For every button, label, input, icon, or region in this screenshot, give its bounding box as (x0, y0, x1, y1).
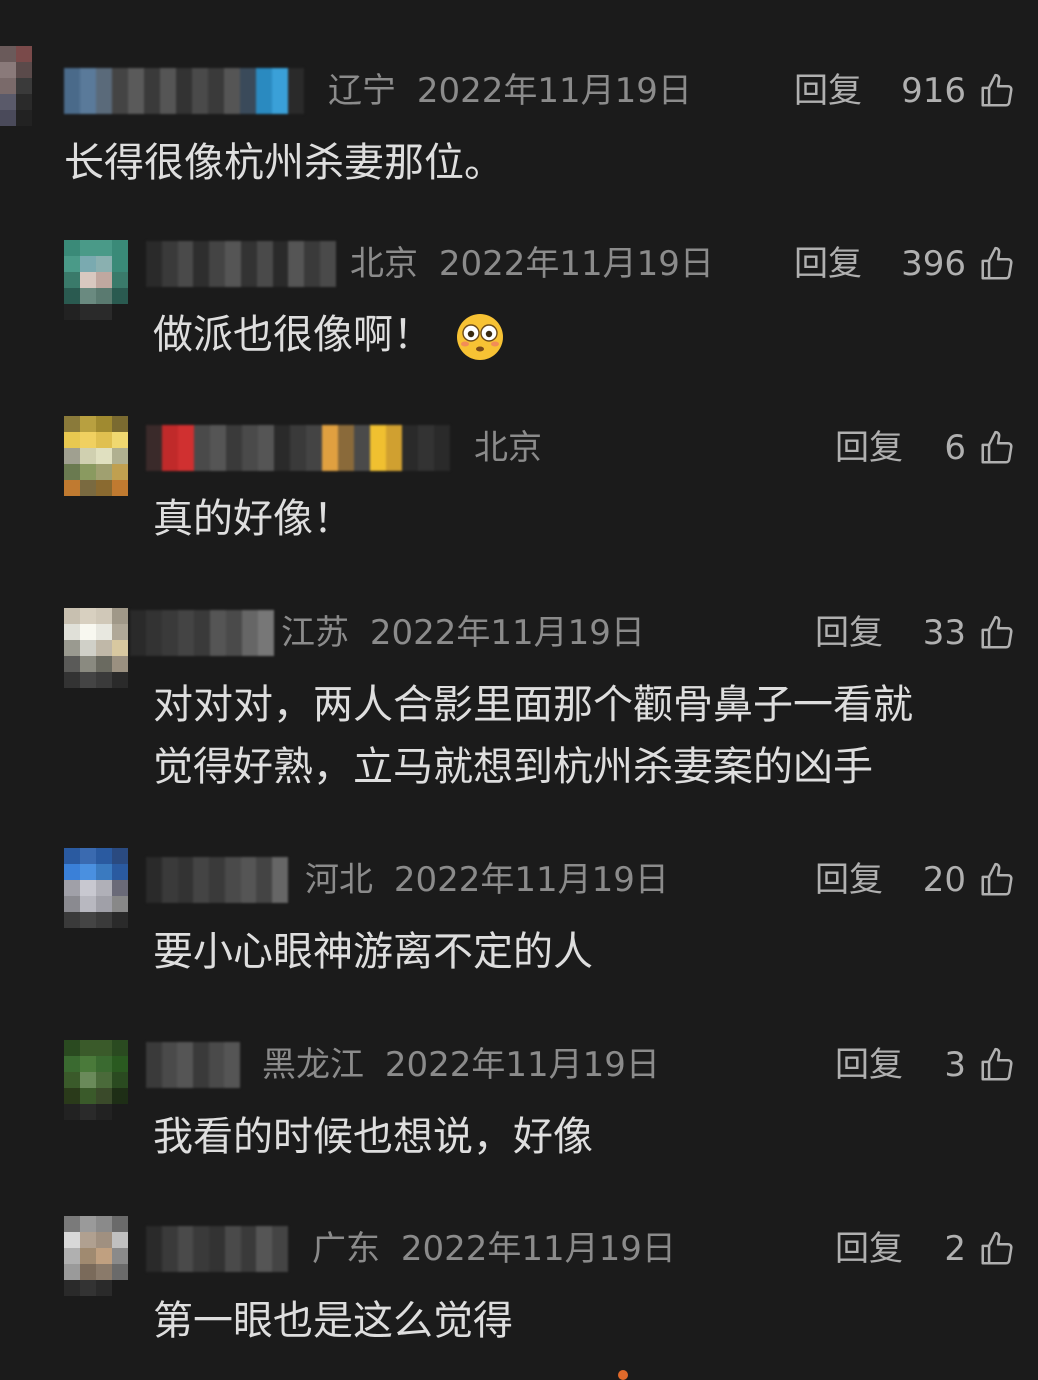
like-count: 33 (922, 613, 966, 653)
avatar[interactable] (64, 848, 128, 928)
reply-button[interactable]: 回复 (815, 610, 883, 656)
like-button[interactable]: 20 (923, 857, 1016, 903)
like-button[interactable]: 2 (944, 1226, 1016, 1272)
like-button[interactable]: 396 (901, 241, 1016, 287)
comment-text: 长得很像杭州杀妻那位。 (64, 140, 504, 186)
like-count: 20 (922, 860, 966, 900)
thumbs-up-icon (981, 1231, 1013, 1265)
comment-text-line-2: 觉得好熟，立马就想到杭州杀妻案的凶手 (153, 744, 873, 790)
thumbs-up-icon (981, 615, 1013, 649)
comment-meta: 广东 2022年11月19日 (312, 1226, 676, 1272)
like-count: 916 (901, 71, 966, 111)
avatar[interactable] (64, 416, 128, 496)
location: 北京 (350, 244, 418, 284)
comment-meta: 辽宁 2022年11月19日 (328, 68, 692, 114)
location: 江苏 (281, 613, 349, 653)
location: 北京 (474, 428, 542, 468)
thumbs-up-icon (981, 73, 1013, 107)
like-button[interactable]: 33 (923, 610, 1016, 656)
comment-text: 做派也很像啊！ (153, 304, 505, 366)
flushed-face-emoji (457, 314, 503, 360)
username-blurred[interactable] (146, 241, 336, 287)
comment-meta: 黑龙江 2022年11月19日 (262, 1042, 660, 1088)
comment-meta: 北京 (474, 425, 542, 471)
location: 广东 (312, 1229, 380, 1269)
thumbs-up-icon (981, 430, 1013, 464)
username-blurred[interactable] (146, 425, 450, 471)
reply-button[interactable]: 回复 (835, 425, 903, 471)
username-blurred[interactable] (146, 1042, 240, 1088)
location: 黑龙江 (262, 1045, 364, 1085)
reply-button[interactable]: 回复 (794, 68, 862, 114)
location: 河北 (305, 860, 373, 900)
comment-text: 真的好像！ (153, 496, 353, 542)
reply-button[interactable]: 回复 (794, 241, 862, 287)
avatar[interactable] (64, 1040, 128, 1120)
reply-button[interactable]: 回复 (835, 1226, 903, 1272)
date: 2022年11月19日 (384, 1045, 660, 1085)
like-button[interactable]: 916 (901, 68, 1016, 114)
like-count: 2 (944, 1229, 966, 1269)
thumbs-up-icon (981, 246, 1013, 280)
date: 2022年11月19日 (438, 244, 714, 284)
date: 2022年11月19日 (400, 1229, 676, 1269)
like-count: 6 (944, 428, 966, 468)
comment-text: 要小心眼神游离不定的人 (153, 929, 593, 975)
like-count: 396 (901, 244, 966, 284)
like-button[interactable]: 3 (944, 1042, 1016, 1088)
avatar[interactable] (64, 240, 128, 320)
like-button[interactable]: 6 (944, 425, 1016, 471)
scroll-indicator-dot (618, 1370, 628, 1380)
comment-meta: 北京 2022年11月19日 (350, 241, 714, 287)
reply-button[interactable]: 回复 (815, 857, 883, 903)
like-count: 3 (944, 1045, 966, 1085)
comment-text: 我看的时候也想说，好像 (153, 1114, 593, 1160)
avatar[interactable] (0, 46, 32, 126)
thumbs-up-icon (981, 1047, 1013, 1081)
username-blurred[interactable] (146, 1226, 288, 1272)
comment-meta: 河北 2022年11月19日 (305, 857, 669, 903)
comment-meta: 江苏 2022年11月19日 (281, 610, 645, 656)
avatar[interactable] (64, 1216, 128, 1296)
comment-text-content: 做派也很像啊！ (153, 312, 433, 358)
reply-button[interactable]: 回复 (835, 1042, 903, 1088)
date: 2022年11月19日 (393, 860, 669, 900)
comment-text: 第一眼也是这么觉得 (153, 1298, 513, 1344)
comment-text-line-1: 对对对，两人合影里面那个颧骨鼻子一看就 (153, 682, 913, 728)
location: 辽宁 (328, 71, 396, 111)
thumbs-up-icon (981, 862, 1013, 896)
date: 2022年11月19日 (369, 613, 645, 653)
avatar[interactable] (64, 608, 128, 688)
username-blurred[interactable] (130, 610, 275, 656)
username-blurred[interactable] (146, 857, 288, 903)
date: 2022年11月19日 (416, 71, 692, 111)
username-blurred[interactable] (64, 68, 304, 114)
